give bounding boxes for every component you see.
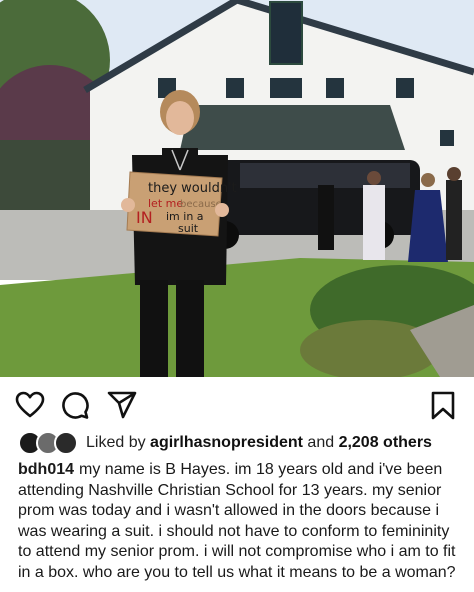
likes-text: Liked by agirlhasnopresident and 2,208 o… [86,434,432,452]
caption-username[interactable]: bdh014 [18,461,74,478]
liker-username[interactable]: agirlhasnopresident [150,434,303,451]
post-photo[interactable]: they wouldn't let me because IN im in a … [0,0,474,377]
paper-plane-icon[interactable] [107,390,137,420]
caption-text: my name is B Hayes. im 18 years old and … [18,461,456,581]
likes-middle: and [302,434,339,451]
person-white-dress [363,185,385,260]
barn-top-window [269,1,303,65]
sign-line-1: they wouldn't [148,181,237,196]
liker-avatars [18,431,78,455]
sign-line-2: let me [148,197,183,210]
person-tux [446,180,462,260]
likes-count[interactable]: 2,208 others [339,434,432,451]
sign-line-6: suit [178,222,199,235]
bookmark-icon[interactable] [428,390,458,420]
likes-summary[interactable]: Liked by agirlhasnopresident and 2,208 o… [18,430,432,456]
post-action-bar [0,384,474,424]
avatar [54,431,78,455]
comment-bubble-icon[interactable] [60,390,90,420]
photo-scene: they wouldn't let me because IN im in a … [0,0,474,377]
post-caption: bdh014 my name is B Hayes. im 18 years ol… [18,460,458,583]
porch-roof [180,105,405,150]
heart-icon[interactable] [15,390,45,420]
likes-prefix: Liked by [86,434,151,451]
sign-line-4: IN [136,208,153,227]
